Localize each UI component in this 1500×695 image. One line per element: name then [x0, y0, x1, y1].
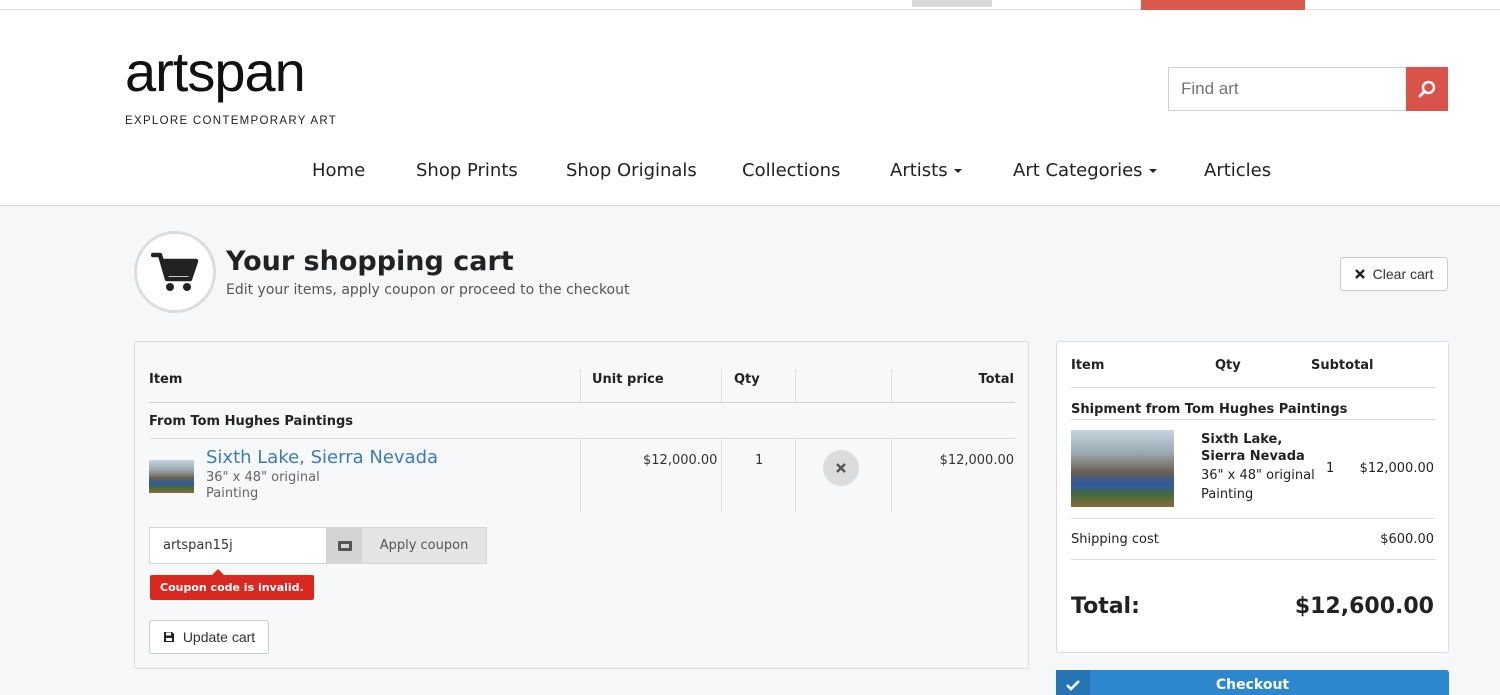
- checkmark-icon: [1056, 670, 1090, 695]
- item-title-link[interactable]: Sixth Lake, Sierra Nevada: [206, 447, 438, 468]
- nav-collections[interactable]: Collections: [742, 160, 840, 181]
- nav-shop-prints[interactable]: Shop Prints: [416, 160, 518, 181]
- item-unit-price: $12,000.00: [643, 453, 718, 468]
- summary-item-qty: 1: [1326, 461, 1335, 476]
- column-divider: [721, 439, 722, 512]
- nav-art-categories[interactable]: Art Categories: [1013, 160, 1157, 181]
- column-divider: [795, 439, 796, 512]
- column-divider: [580, 439, 581, 512]
- row-divider: [1071, 419, 1435, 420]
- col-header-qty: Qty: [734, 372, 760, 387]
- nav-shop-originals[interactable]: Shop Originals: [566, 160, 697, 181]
- site-header: artspan EXPLORE CONTEMPORARY ART Home Sh…: [0, 10, 1500, 206]
- clear-cart-button[interactable]: Clear cart: [1340, 257, 1448, 291]
- summary-header-item: Item: [1071, 358, 1105, 373]
- order-total-label: Total:: [1071, 594, 1140, 619]
- top-strip: [0, 0, 1500, 10]
- row-divider: [1071, 387, 1435, 388]
- coupon-input[interactable]: [149, 527, 327, 564]
- item-thumbnail[interactable]: [149, 460, 194, 493]
- summary-item-subtotal: $12,000.00: [1359, 461, 1434, 476]
- main-nav: Home Shop Prints Shop Originals Collecti…: [0, 160, 1500, 184]
- page-title: Your shopping cart: [226, 246, 514, 277]
- nav-home[interactable]: Home: [312, 160, 365, 181]
- nav-articles[interactable]: Articles: [1204, 160, 1271, 181]
- row-divider: [1071, 559, 1435, 560]
- site-tagline: EXPLORE CONTEMPORARY ART: [125, 115, 338, 127]
- nav-artists[interactable]: Artists: [890, 160, 962, 181]
- item-total: $12,000.00: [939, 453, 1014, 468]
- nav-artists-label: Artists: [890, 160, 948, 181]
- chevron-down-icon: [1148, 169, 1157, 173]
- search-input[interactable]: [1168, 67, 1407, 111]
- close-icon: [1354, 269, 1365, 279]
- order-total-value: $12,600.00: [1294, 594, 1434, 619]
- top-strip-accent-tab[interactable]: [1141, 0, 1305, 10]
- summary-header-qty: Qty: [1215, 358, 1241, 373]
- shopping-cart-icon: [151, 252, 199, 291]
- column-divider: [580, 369, 581, 403]
- nav-art-categories-label: Art Categories: [1013, 160, 1143, 181]
- row-divider: [1071, 518, 1435, 519]
- ticket-icon: [327, 528, 362, 563]
- col-header-total: Total: [978, 372, 1014, 387]
- update-cart-label: Update cart: [182, 629, 256, 645]
- col-header-item: Item: [149, 372, 183, 387]
- shipping-cost-value: $600.00: [1380, 532, 1434, 547]
- row-divider: [149, 438, 1015, 439]
- chevron-down-icon: [953, 169, 962, 173]
- apply-coupon-label: Apply coupon: [379, 538, 469, 553]
- summary-item-title-line2: Sierra Nevada: [1201, 449, 1305, 464]
- clear-cart-label: Clear cart: [1372, 266, 1434, 282]
- summary-item-size: 36" x 48" original: [1201, 468, 1315, 483]
- column-divider: [891, 369, 892, 403]
- summary-item-thumbnail: [1071, 430, 1174, 507]
- column-divider: [891, 439, 892, 512]
- shipping-cost-label: Shipping cost: [1071, 532, 1159, 547]
- checkout-label: Checkout: [1215, 677, 1290, 693]
- coupon-error-message: Coupon code is invalid.: [150, 569, 314, 600]
- close-icon: [836, 463, 846, 473]
- update-cart-button[interactable]: Update cart: [149, 620, 269, 654]
- cart-badge: [134, 231, 216, 313]
- save-icon: [163, 632, 174, 642]
- seller-group-label: From Tom Hughes Paintings: [149, 414, 354, 429]
- summary-item-title-line1: Sixth Lake,: [1201, 432, 1283, 447]
- summary-shipment-label: Shipment from Tom Hughes Paintings: [1071, 402, 1348, 417]
- top-strip-tab[interactable]: [912, 0, 992, 7]
- page-subtitle: Edit your items, apply coupon or proceed…: [226, 282, 630, 298]
- col-header-unit-price: Unit price: [592, 372, 664, 387]
- item-medium: Painting: [206, 486, 259, 501]
- column-divider: [721, 369, 722, 403]
- site-logo[interactable]: artspan: [125, 44, 306, 100]
- apply-coupon-button[interactable]: Apply coupon: [326, 527, 487, 564]
- search-button[interactable]: [1406, 67, 1448, 111]
- item-qty[interactable]: 1: [755, 453, 763, 468]
- search-icon: [1418, 80, 1436, 98]
- summary-header-subtotal: Subtotal: [1311, 358, 1374, 373]
- cart-table: Item Unit price Qty Total From Tom Hughe…: [134, 341, 1029, 669]
- remove-item-button[interactable]: [823, 450, 859, 486]
- checkout-button[interactable]: Checkout: [1056, 670, 1449, 695]
- order-summary: Item Qty Subtotal Shipment from Tom Hugh…: [1056, 341, 1449, 653]
- column-divider: [795, 369, 796, 403]
- header-divider: [149, 402, 1015, 403]
- summary-item-medium: Painting: [1201, 487, 1254, 502]
- item-size: 36" x 48" original: [206, 470, 320, 485]
